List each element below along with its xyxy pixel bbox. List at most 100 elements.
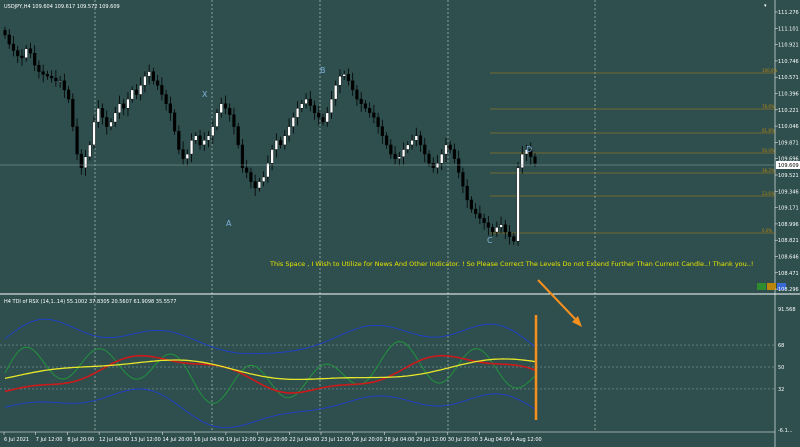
bear-candle — [41, 71, 45, 75]
bear-candle — [533, 156, 537, 164]
time-tick-label: 26 Jul 20:00 — [353, 437, 383, 443]
bear-candle — [198, 135, 202, 146]
bear-candle — [228, 108, 232, 115]
fib-level-label: 78.6% — [762, 104, 775, 109]
bull-candle — [88, 144, 92, 158]
bear-candle — [321, 117, 325, 123]
bull-candle — [257, 181, 261, 189]
bear-candle — [355, 89, 359, 100]
bull-candle — [266, 163, 270, 178]
time-tick-label: 14 Jul 20:00 — [163, 437, 193, 443]
time-tick-label: 3 Aug 04:00 — [480, 437, 511, 443]
bull-candle — [304, 98, 308, 104]
price-tick-label: 110.396 — [778, 92, 799, 98]
bull-candle — [147, 71, 151, 77]
bull-candle — [283, 135, 287, 146]
bear-candle — [66, 89, 71, 100]
price-tick-label: 108.646 — [778, 255, 799, 261]
bear-candle — [503, 224, 507, 233]
bull-candle — [96, 108, 100, 123]
price-tick-label: 110.221 — [778, 108, 799, 114]
bear-candle — [37, 64, 41, 72]
time-tick-label: 13 Jul 12:00 — [131, 437, 161, 443]
tag-gold[interactable] — [767, 283, 776, 290]
indicator-tick-label: 50 — [778, 365, 784, 371]
bull-candle — [206, 135, 211, 141]
bull-candle — [410, 140, 414, 146]
bear-candle — [346, 74, 351, 81]
time-tick-label: 28 Jul 04:00 — [384, 437, 414, 443]
bull-candle — [185, 153, 189, 159]
bull-candle — [440, 153, 444, 164]
price-tick-label: 109.521 — [778, 173, 799, 179]
bull-candle — [189, 140, 194, 155]
bear-candle — [474, 208, 478, 214]
bull-candle — [435, 163, 440, 169]
time-tick-label: 19 Jul 12:00 — [226, 437, 256, 443]
bear-candle — [461, 172, 465, 187]
indicator-tick-label: 68 — [778, 343, 784, 349]
price-tick-label: 109.871 — [778, 140, 799, 146]
pattern-point-d: D — [526, 145, 532, 154]
bear-candle — [181, 149, 185, 159]
time-tick-label: 4 Aug 12:00 — [511, 437, 542, 443]
bull-candle — [126, 98, 130, 109]
bull-candle — [130, 89, 134, 100]
bull-candle — [401, 149, 406, 158]
bear-candle — [164, 94, 168, 104]
bull-candle — [274, 140, 278, 150]
time-tick-label: 16 Jul 04:00 — [194, 437, 224, 443]
bear-candle — [177, 130, 181, 150]
bear-candle — [62, 80, 66, 91]
bear-candle — [418, 135, 423, 146]
bear-candle — [359, 98, 363, 104]
bear-candle — [33, 53, 37, 66]
fib-level-label: 61.8% — [762, 128, 775, 133]
bull-candle — [342, 74, 346, 77]
bull-candle — [325, 112, 329, 123]
time-tick-label: 12 Jul 04:00 — [99, 437, 129, 443]
bull-candle — [329, 98, 334, 114]
time-tick-label: 23 Jul 12:00 — [321, 437, 351, 443]
bull-candle — [24, 48, 28, 59]
bear-candle — [448, 144, 452, 150]
bear-candle — [71, 98, 75, 127]
price-tick-label: 108.296 — [778, 287, 799, 293]
bull-candle — [219, 103, 223, 114]
bull-candle — [143, 75, 147, 86]
time-tick-label: 20 Jul 20:00 — [258, 437, 288, 443]
bear-candle — [478, 213, 482, 219]
pattern-point-x: X — [202, 90, 208, 99]
bull-candle — [444, 144, 448, 155]
bear-candle — [512, 236, 516, 242]
tag-green[interactable] — [757, 283, 766, 290]
price-tick-label: 108.996 — [778, 222, 799, 228]
bull-candle — [334, 85, 338, 100]
bull-candle — [58, 80, 62, 82]
bull-candle — [194, 135, 198, 141]
bear-candle — [452, 149, 457, 159]
bull-candle — [262, 176, 266, 182]
bull-candle — [291, 117, 295, 127]
fib-level-label: 38.2% — [762, 168, 775, 173]
bear-candle — [75, 126, 79, 155]
fib-level-label: 100.0% — [762, 68, 777, 73]
bear-candle — [240, 144, 245, 169]
bull-candle — [397, 156, 401, 159]
bear-candle — [3, 30, 7, 36]
bear-candle — [156, 80, 160, 86]
bear-candle — [11, 43, 16, 51]
bull-candle — [516, 167, 520, 242]
bull-candle — [287, 126, 291, 136]
bear-candle — [431, 163, 435, 169]
time-tick-label: 6 Jul 2021 — [4, 437, 29, 443]
bear-candle — [351, 80, 355, 91]
bull-candle — [406, 144, 410, 150]
bull-candle — [295, 108, 300, 118]
bear-candle — [168, 103, 172, 114]
price-tick-label: 108.471 — [778, 271, 799, 277]
bear-candle — [393, 153, 397, 159]
bear-candle — [151, 71, 155, 81]
bear-candle — [245, 167, 249, 173]
trading-chart[interactable]: USDJPY,H4 109.604 109.617 109.572 109.60… — [0, 0, 800, 447]
